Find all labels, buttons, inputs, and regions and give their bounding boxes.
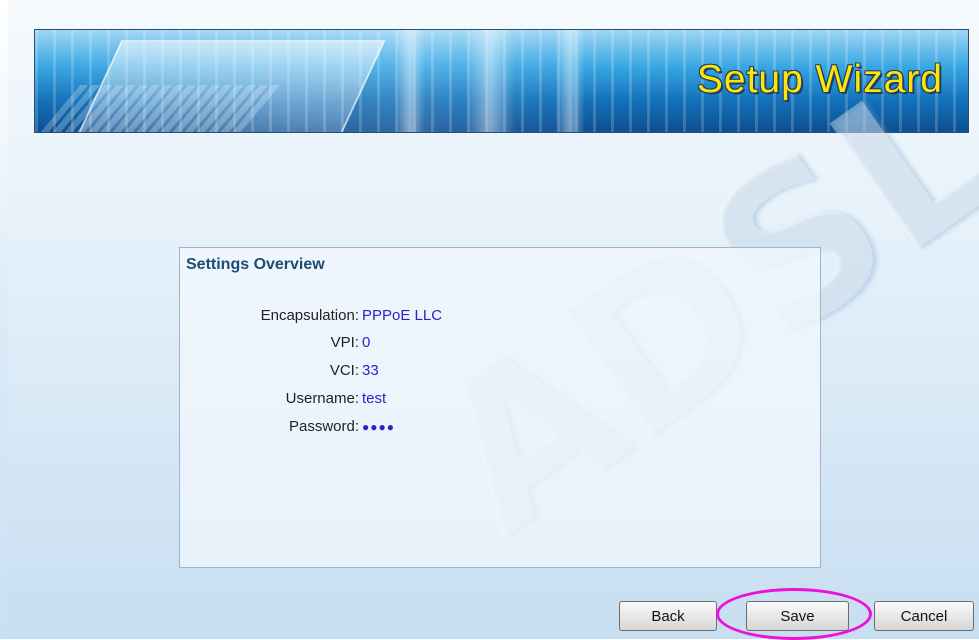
save-button[interactable]: Save [746,601,849,631]
username-row: Username: test [180,390,820,412]
setup-wizard-banner: Setup Wizard [34,29,969,133]
back-button[interactable]: Back [619,601,717,631]
light-streak [465,30,515,132]
username-value: test [362,390,387,407]
vpi-row: VPI: 0 [180,334,820,356]
username-label: Username: [285,390,359,407]
vci-row: VCI: 33 [180,362,820,384]
vpi-label: VPI: [330,334,359,351]
keyboard-graphic [35,85,281,132]
banner-title: Setup Wizard [696,58,943,101]
password-label: Password: [288,418,359,435]
encapsulation-value: PPPoE LLC [362,307,443,324]
settings-overview-panel: Settings Overview Encapsulation: PPPoE L… [179,247,821,568]
encapsulation-row: Encapsulation: PPPoE LLC [180,307,820,329]
vci-label: VCI: [329,362,359,379]
panel-title: Settings Overview [186,256,325,273]
encapsulation-label: Encapsulation: [260,307,359,324]
vpi-value: 0 [362,334,371,351]
password-row: Password: ●●●● [180,418,820,440]
cancel-button[interactable]: Cancel [874,601,974,631]
password-value: ●●●● [362,420,395,434]
vci-value: 33 [362,362,379,379]
light-streak [395,30,425,132]
light-streak [555,30,585,132]
